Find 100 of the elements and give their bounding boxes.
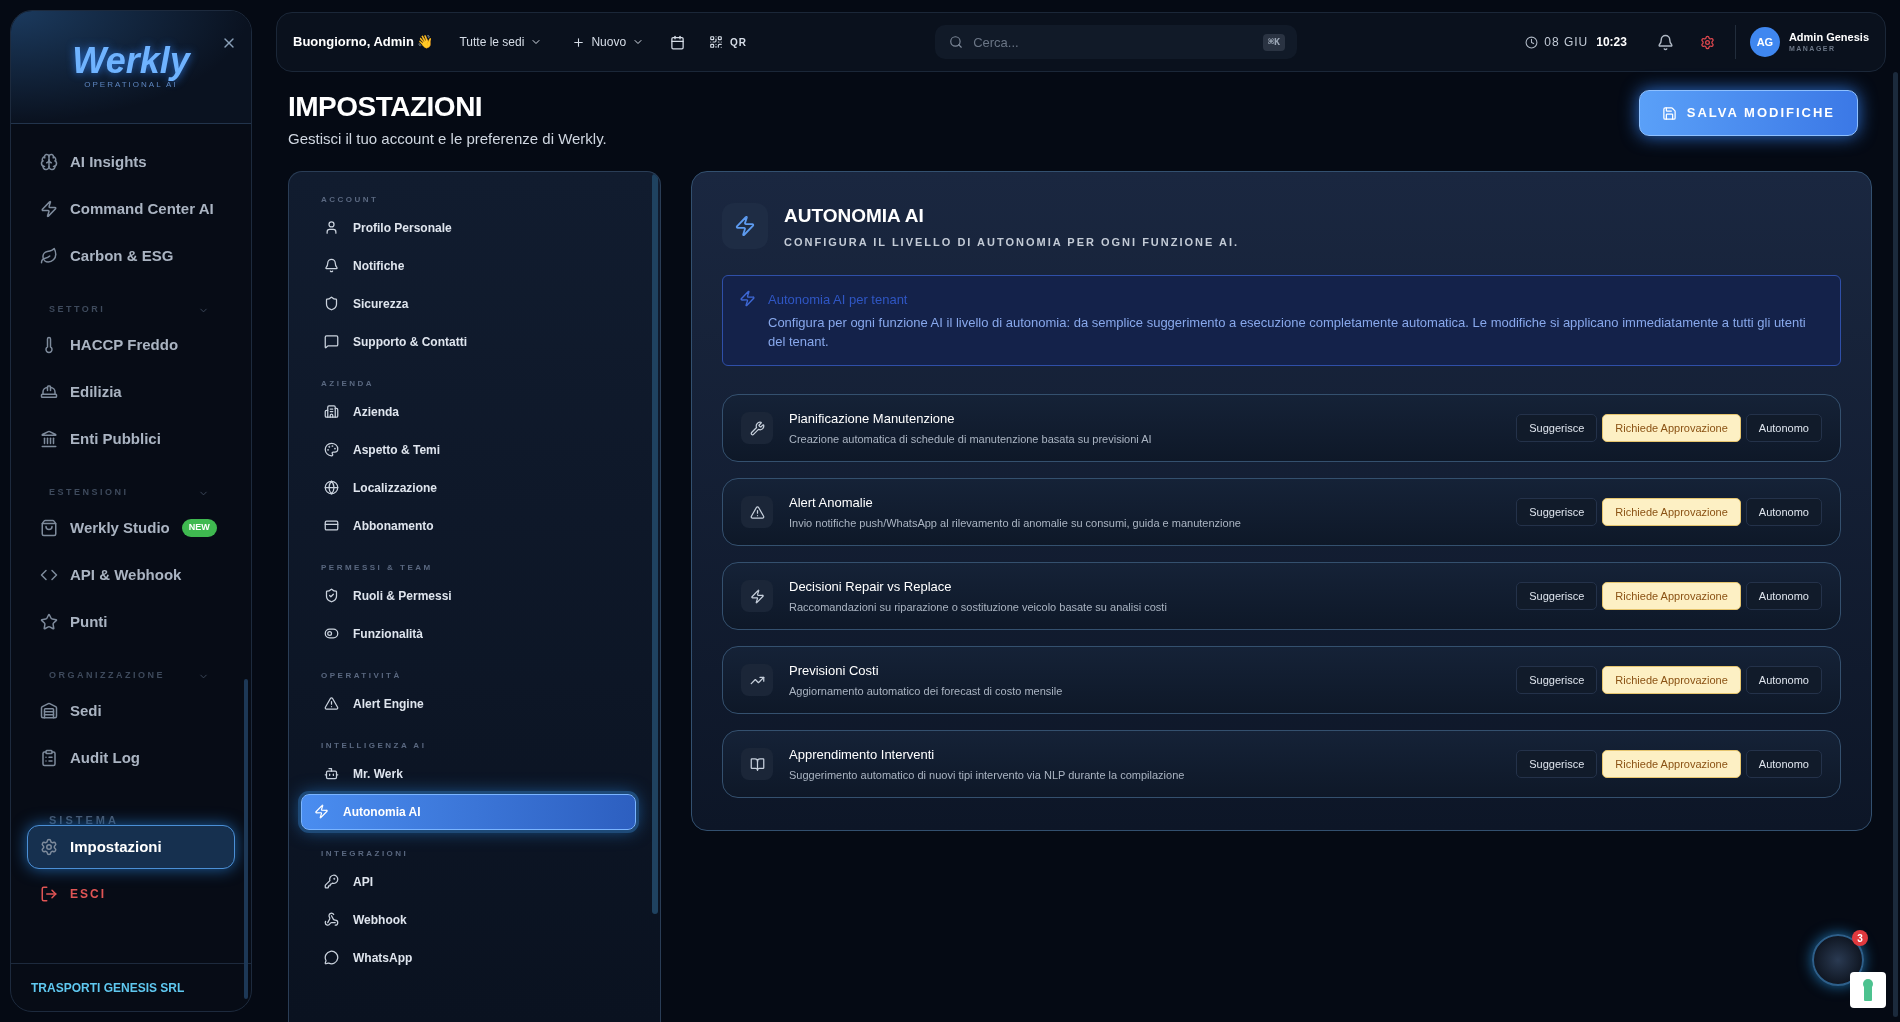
mode-option[interactable]: Richiede Approvazione (1602, 414, 1741, 442)
toggle-icon (324, 626, 339, 641)
mode-option[interactable]: Suggerisce (1516, 498, 1598, 526)
mode-option[interactable]: Suggerisce (1516, 582, 1598, 610)
nav-group-title: INTEGRAZIONI (320, 847, 410, 860)
logo-name: Werkly (72, 43, 190, 79)
settings-nav-item[interactable]: Mr. Werk (311, 755, 636, 792)
user-name: Admin Genesis (1788, 30, 1869, 45)
location-dropdown[interactable]: Tutte le sedi (459, 33, 543, 51)
lightning-icon (40, 200, 58, 218)
settings-nav-item[interactable]: Localizzazione (311, 469, 636, 506)
mode-option[interactable]: Autonomo (1745, 582, 1822, 610)
mode-option[interactable]: Richiede Approvazione (1602, 498, 1741, 526)
sidebar-item[interactable]: Edilizia (27, 370, 235, 414)
sidebar-item[interactable]: Command Center AI (27, 187, 235, 231)
save-icon (1661, 105, 1677, 121)
logout-button[interactable]: ESCI (27, 872, 235, 916)
chat-icon (324, 334, 339, 349)
settings-nav-item[interactable]: Autonomia AI (301, 793, 636, 830)
settings-nav-item[interactable]: Supporto & Contatti (311, 323, 636, 360)
function-description: Raccomandazioni su riparazione o sostituzione veicolo basate su analisi costi (789, 600, 1168, 615)
sidebar-item[interactable]: AI Insights (27, 140, 235, 184)
function-name: Pianificazione Manutenzione (789, 409, 956, 428)
qr-button[interactable]: QR (709, 34, 748, 50)
mode-option[interactable]: Suggerisce (1516, 750, 1598, 778)
settings-nav-item[interactable]: WhatsApp (311, 939, 636, 976)
function-name: Previsioni Costi (789, 661, 880, 680)
sidebar-item[interactable]: Impostazioni (27, 825, 235, 869)
page-title: IMPOSTAZIONI (288, 90, 484, 124)
sidebar-item[interactable]: Carbon & ESG (27, 234, 235, 278)
mode-option[interactable]: Autonomo (1745, 666, 1822, 694)
lightning-icon (722, 203, 768, 249)
lightning-icon (314, 804, 329, 819)
wrench-icon (741, 412, 773, 444)
lightning-icon (739, 289, 756, 307)
sidebar-item[interactable]: Sedi (27, 689, 235, 733)
date-text: 08 GIU (1544, 34, 1589, 51)
settings-nav-item[interactable]: Webhook (311, 901, 636, 938)
user-icon (324, 220, 339, 235)
settings-nav-item[interactable]: Azienda (311, 393, 636, 430)
warning-icon (741, 496, 773, 528)
sidebar-item[interactable]: HACCP Freddo (27, 323, 235, 367)
exit-icon (40, 885, 58, 903)
nav-group-title: INTELLIGENZA AI (320, 739, 428, 752)
shield-check-icon (324, 588, 339, 603)
mode-option[interactable]: Richiede Approvazione (1602, 666, 1741, 694)
trend-icon (741, 664, 773, 696)
section-title: ESTENSIONI (49, 486, 129, 500)
globe-icon (324, 480, 339, 495)
mode-option[interactable]: Autonomo (1745, 750, 1822, 778)
settings-nav-item[interactable]: API (311, 863, 636, 900)
hard-hat-icon (40, 383, 58, 401)
sidebar-item[interactable]: Punti (27, 600, 235, 644)
function-name: Alert Anomalie (789, 493, 874, 512)
bag-icon (40, 519, 58, 537)
mode-option[interactable]: Suggerisce (1516, 414, 1598, 442)
page-subtitle: Gestisci il tuo account e le preferenze di Werkly. (288, 129, 607, 149)
mode-option[interactable]: Autonomo (1745, 498, 1822, 526)
section-title: SETTORI (49, 303, 106, 317)
mode-option[interactable]: Richiede Approvazione (1602, 750, 1741, 778)
info-text: Configura per ogni funzione AI il livello di autonomia: da semplice suggerimento a esecuzione completamente automatica. Le modifiche si applicano immediatamente a tutti gli utenti del tenant. (768, 314, 1807, 351)
leaf-icon (40, 247, 58, 265)
function-name: Apprendimento Interventi (789, 745, 936, 764)
calendar-button[interactable] (670, 34, 686, 50)
sidebar-item[interactable]: Werkly Studio NEW (27, 506, 235, 550)
time-text: 10:23 (1596, 34, 1627, 51)
settings-button[interactable] (1699, 34, 1715, 50)
save-button[interactable]: SALVA MODIFICHE (1638, 90, 1858, 136)
settings-nav-item[interactable]: Funzionalità (311, 615, 636, 652)
new-button[interactable]: Nuovo (572, 33, 645, 51)
settings-nav-item[interactable]: Aspetto & Temi (311, 431, 636, 468)
panel-title: AUTONOMIA AI (784, 203, 925, 228)
mode-option[interactable]: Suggerisce (1516, 666, 1598, 694)
settings-nav-item[interactable]: Ruoli & Permessi (311, 577, 636, 614)
settings-icon (40, 838, 58, 856)
mode-option[interactable]: Autonomo (1745, 414, 1822, 442)
notifications-button[interactable] (1656, 33, 1674, 51)
settings-nav-item[interactable]: Alert Engine (311, 685, 636, 722)
function-description: Invio notifiche push/WhatsApp al rilevamento di anomalie su consumi, guida e manutenzione (789, 516, 1242, 531)
sidebar-item[interactable]: Enti Pubblici (27, 417, 235, 461)
bank-icon (40, 430, 58, 448)
settings-nav-item[interactable]: Notifiche (311, 247, 636, 284)
function-description: Aggiornamento automatico dei forecast di costo mensile (789, 684, 1064, 699)
info-title: Autonomia AI per tenant (768, 290, 909, 309)
building-icon (324, 404, 339, 419)
panel-subtitle: CONFIGURA IL LIVELLO DI AUTONOMIA PER OGNI FUNZIONE AI. (784, 235, 1240, 250)
search-icon (949, 35, 964, 49)
shortcut-key: ⌘K (1263, 34, 1286, 51)
settings-nav-item[interactable]: Profilo Personale (311, 209, 636, 246)
sidebar-item[interactable]: Audit Log (27, 736, 235, 780)
settings-nav-item[interactable]: Sicurezza (311, 285, 636, 322)
company-name: TRASPORTI GENESIS SRL (31, 979, 185, 997)
palette-icon (324, 442, 339, 457)
settings-nav-item[interactable]: Abbonamento (311, 507, 636, 544)
shield-icon (324, 296, 339, 311)
nav-group-title: ACCOUNT (320, 193, 380, 206)
nav-group-title: OPERATIVITÀ (320, 669, 403, 682)
mode-option[interactable]: Richiede Approvazione (1602, 582, 1741, 610)
user-avatar[interactable]: AG (1749, 27, 1780, 57)
sidebar-item[interactable]: API & Webhook (27, 553, 235, 597)
